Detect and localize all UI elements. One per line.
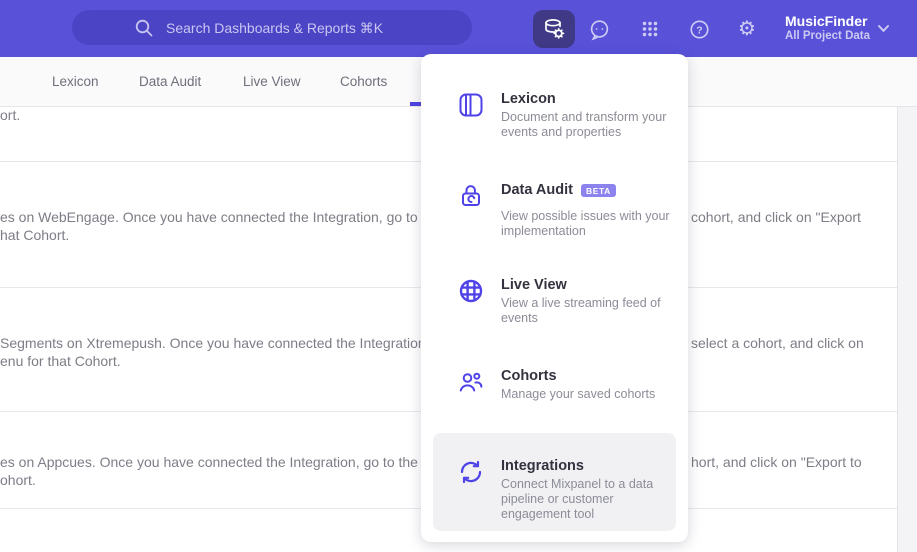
row-text-right: hort, and click on "Export to: [691, 454, 862, 470]
menu-item-title: Lexicon: [501, 91, 556, 107]
menu-item-lexicon[interactable]: Lexicon Document and transform your even…: [433, 90, 676, 140]
globe-icon: [459, 279, 483, 303]
svg-text:?: ?: [696, 24, 702, 36]
row-text-left2: ohort.: [0, 472, 36, 488]
top-navigation-bar: ? ⚙ MusicFinder All Project Data: [0, 0, 917, 57]
data-management-dropdown: Lexicon Document and transform your even…: [421, 54, 688, 542]
chat-smiley-icon: [590, 19, 608, 41]
tab-cohorts[interactable]: Cohorts: [340, 74, 387, 89]
book-icon: [459, 93, 483, 117]
search-bar[interactable]: [72, 10, 472, 45]
row-text-left: es on Appcues. Once you have connected t…: [0, 454, 421, 470]
menu-item-description: Manage your saved cohorts: [501, 387, 656, 401]
help-button[interactable]: ?: [687, 17, 711, 41]
menu-item-integrations[interactable]: Integrations Connect Mixpanel to a data …: [433, 457, 676, 522]
app-window: ort. es on WebEngage. Once you have conn…: [0, 0, 917, 552]
menu-item-description: View a live streaming feed of events: [501, 296, 661, 325]
menu-item-cohorts[interactable]: Cohorts Manage your saved cohorts: [433, 367, 676, 402]
beta-badge: BETA: [580, 183, 616, 197]
active-tab-indicator: [410, 102, 421, 106]
menu-item-title: Data Audit: [501, 182, 573, 198]
question-circle-icon: ?: [689, 19, 709, 39]
row-text-left: Segments on Xtremepush. Once you have co…: [0, 335, 421, 351]
menu-item-title: Live View: [501, 277, 567, 293]
row-text-right: select a cohort, and click on: [691, 335, 864, 351]
search-input[interactable]: [164, 18, 472, 37]
row-text-left2: hat Cohort.: [0, 227, 70, 243]
apps-grid-icon: [642, 21, 658, 37]
menu-item-live-view[interactable]: Live View View a live streaming feed of …: [433, 276, 676, 326]
feedback-button[interactable]: [587, 17, 611, 41]
row-text-left2: enu for that Cohort.: [0, 353, 121, 369]
table-row-truncated[interactable]: ort.: [0, 106, 420, 124]
menu-item-title: Integrations: [501, 458, 584, 474]
gear-icon: ⚙: [738, 18, 756, 40]
tab-lexicon[interactable]: Lexicon: [52, 74, 99, 89]
menu-item-data-audit[interactable]: Data Audit BETA View possible issues wit…: [433, 181, 676, 239]
lock-audit-icon: [462, 185, 480, 206]
settings-button[interactable]: ⚙: [735, 17, 759, 41]
project-name: MusicFinder: [785, 13, 868, 29]
people-icon: [459, 372, 483, 392]
menu-item-description: Connect Mixpanel to a data pipeline or c…: [501, 477, 654, 521]
tab-data-audit[interactable]: Data Audit: [139, 74, 201, 89]
apps-grid-button[interactable]: [638, 17, 662, 41]
chevron-down-icon[interactable]: [877, 24, 890, 33]
vertical-scrollbar[interactable]: [897, 106, 917, 552]
sync-arrows-icon: [460, 460, 482, 484]
tab-live-view[interactable]: Live View: [243, 74, 301, 89]
menu-item-description: View possible issues with your implement…: [501, 209, 670, 238]
row-text-left: es on WebEngage. Once you have connected…: [0, 209, 421, 225]
database-gear-icon: [545, 19, 565, 39]
project-switcher[interactable]: MusicFinder All Project Data: [785, 13, 870, 43]
search-icon: [135, 19, 153, 36]
data-management-button[interactable]: [533, 10, 575, 48]
row-text-right: cohort, and click on "Export: [691, 209, 861, 225]
menu-item-title: Cohorts: [501, 368, 557, 384]
menu-item-description: Document and transform your events and p…: [501, 110, 667, 139]
project-scope: All Project Data: [785, 30, 870, 42]
